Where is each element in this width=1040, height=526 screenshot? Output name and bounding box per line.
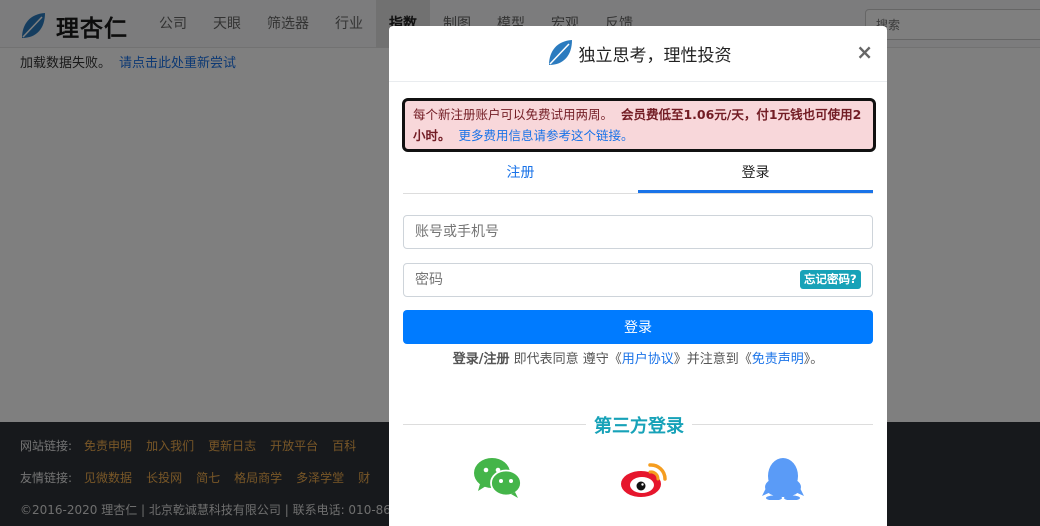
pricing-link[interactable]: 更多费用信息请参考这个链接。	[458, 128, 633, 143]
close-icon[interactable]: ×	[856, 40, 873, 64]
notice-text: 每个新注册账户可以免费试用两周。	[413, 107, 614, 122]
third-party-title: 第三方登录	[586, 412, 692, 438]
user-agreement-link[interactable]: 用户协议	[622, 352, 674, 367]
wechat-icon[interactable]	[473, 456, 523, 500]
disclaimer-link[interactable]: 免责声明	[752, 352, 804, 367]
tab-register[interactable]: 注册	[403, 158, 638, 193]
login-button[interactable]: 登录	[403, 310, 873, 344]
login-modal: 独立思考，理性投资 × 每个新注册账户可以免费试用两周。 会员费低至1.06元/…	[389, 26, 887, 526]
forgot-password-badge[interactable]: 忘记密码?	[800, 270, 861, 289]
agreement-part: 即代表同意 遵守《	[513, 352, 622, 367]
modal-header: 独立思考，理性投资 ×	[389, 26, 887, 82]
modal-title: 独立思考，理性投资	[389, 38, 887, 68]
agreement-part: 》。	[803, 352, 824, 367]
modal-title-text: 独立思考，理性投资	[578, 45, 732, 66]
agreement-bold: 登录/注册	[452, 352, 510, 367]
leaf-logo-icon	[548, 40, 572, 65]
agreement-part: 》并注意到《	[673, 352, 752, 367]
account-input[interactable]	[403, 215, 873, 249]
weibo-icon[interactable]	[619, 456, 669, 500]
tab-login[interactable]: 登录	[638, 158, 873, 193]
auth-tabs: 注册 登录	[403, 158, 873, 194]
pricing-notice: 每个新注册账户可以免费试用两周。 会员费低至1.06元/天，付1元钱也可使用2小…	[402, 98, 876, 152]
qq-icon[interactable]	[758, 456, 808, 500]
agreement-text: 登录/注册 即代表同意 遵守《用户协议》并注意到《免责声明》。	[389, 348, 887, 367]
